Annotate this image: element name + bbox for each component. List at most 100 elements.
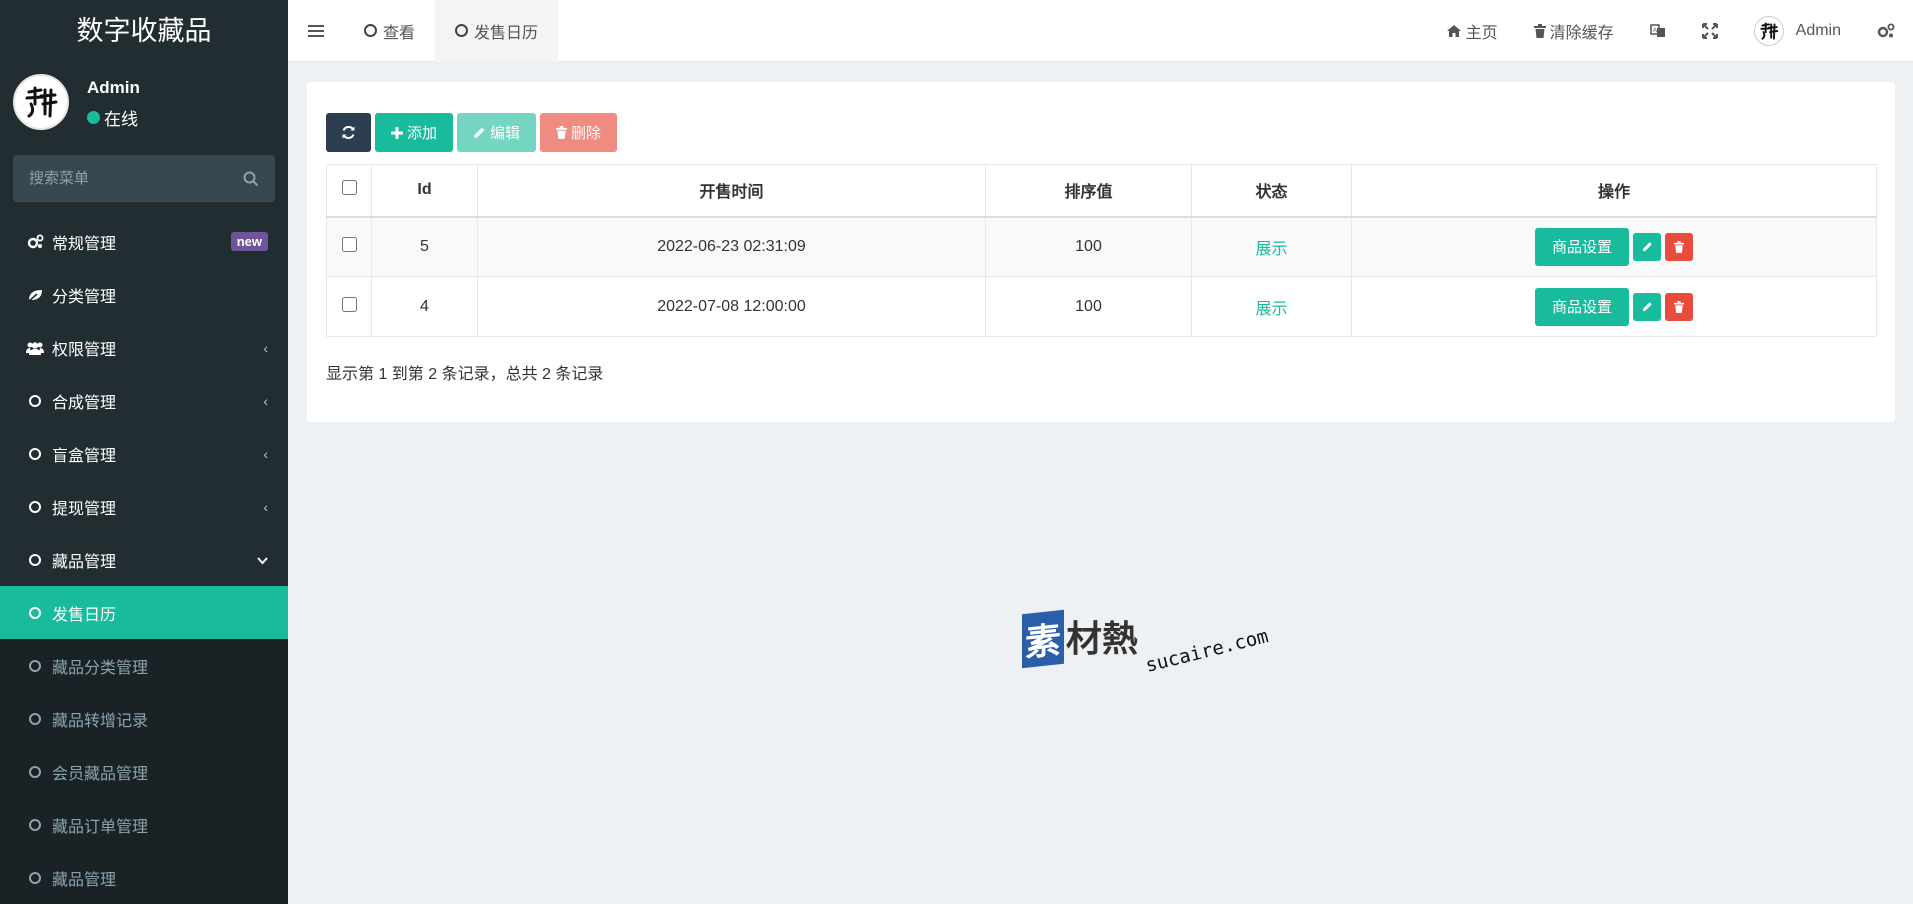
sidebar-item-category[interactable]: 分类管理: [0, 268, 288, 321]
sidebar-subitem-collection-manage[interactable]: 藏品管理: [0, 851, 288, 904]
sidebar-item-label: 藏品分类管理: [52, 659, 149, 677]
status-link[interactable]: 展示: [1255, 241, 1287, 258]
product-settings-button[interactable]: 商品设置: [1534, 287, 1629, 326]
avatar: [13, 74, 69, 130]
online-dot-icon: [87, 111, 100, 124]
circle-icon: [29, 394, 41, 407]
sidebar-subitem-transfer-records[interactable]: 藏品转增记录: [0, 692, 288, 745]
select-all-checkbox[interactable]: [341, 180, 357, 196]
sidebar-item-label: 发售日历: [52, 606, 117, 624]
calligraphy-logo-icon: [25, 86, 58, 118]
sidebar-item-blindbox[interactable]: 盲盒管理 ‹: [0, 427, 288, 480]
refresh-button[interactable]: [326, 113, 371, 152]
tab-view[interactable]: 查看: [344, 0, 435, 62]
circle-icon: [29, 765, 41, 778]
chevron-left-icon: ‹: [263, 339, 268, 356]
app-title[interactable]: 数字收藏品: [0, 0, 288, 62]
circle-icon: [29, 606, 41, 619]
clear-cache-button[interactable]: 清除缓存: [1516, 0, 1632, 62]
product-settings-button[interactable]: 商品设置: [1534, 227, 1629, 266]
row-edit-button[interactable]: [1633, 232, 1661, 261]
user-status-text: 在线: [104, 110, 138, 129]
watermark-logo: 素 材熱 sucaire.com: [1022, 609, 1271, 677]
table-header-row: Id 开售时间 排序值 状态 操作: [326, 164, 1877, 218]
toolbar: 添加 编辑 删除: [326, 113, 618, 152]
edit-button[interactable]: 编辑: [457, 113, 537, 152]
column-header: 操作: [1351, 164, 1877, 218]
watermark-box: 素: [1022, 609, 1064, 669]
circle-icon: [29, 871, 41, 884]
column-header[interactable]: 排序值: [985, 164, 1192, 218]
watermark-text: 材熱: [1066, 618, 1139, 659]
sidebar-item-permission[interactable]: 权限管理 ‹: [0, 321, 288, 374]
trash-icon: [1533, 23, 1546, 38]
menu-toggle-icon[interactable]: [288, 0, 344, 62]
gears-icon: [26, 234, 44, 249]
circle-icon: [455, 24, 469, 37]
column-header[interactable]: 状态: [1191, 164, 1352, 218]
cell-id: 4: [371, 276, 478, 337]
sidebar-item-label: 常规管理: [52, 235, 117, 253]
pagination-info: 显示第 1 到第 2 条记录，总共 2 条记录: [326, 366, 604, 383]
sidebar-item-label: 权限管理: [52, 341, 117, 359]
chevron-down-icon: [257, 552, 268, 568]
trash-icon: [556, 126, 568, 139]
search-input[interactable]: [29, 170, 229, 187]
circle-icon: [29, 712, 41, 725]
cell-sort: 100: [985, 216, 1192, 277]
table-row[interactable]: 5 2022-06-23 02:31:09 100 展示 商品设置: [326, 216, 1877, 277]
fullscreen-button[interactable]: [1684, 0, 1736, 62]
sidebar-subitem-collection-orders[interactable]: 藏品订单管理: [0, 798, 288, 851]
sidebar-subitem-member-collection[interactable]: 会员藏品管理: [0, 745, 288, 798]
delete-button[interactable]: 删除: [540, 113, 618, 152]
trash-icon: [1674, 240, 1684, 253]
column-header[interactable]: Id: [371, 164, 478, 218]
row-checkbox[interactable]: [341, 296, 357, 312]
row-edit-button[interactable]: [1633, 292, 1661, 321]
sidebar-search: [13, 155, 275, 202]
sidebar-menu: 常规管理 new 分类管理 权限管理 ‹ 合成管理 ‹ 盲盒管理 ‹ 提现管理 …: [0, 215, 288, 904]
add-button[interactable]: 添加: [375, 113, 454, 152]
watermark-url: sucaire.com: [1143, 625, 1271, 677]
column-header[interactable]: 开售时间: [477, 164, 986, 218]
circle-icon: [29, 500, 41, 513]
sidebar-item-label: 提现管理: [52, 500, 117, 518]
sidebar-item-label: 分类管理: [52, 288, 117, 306]
cell-sale-time: 2022-06-23 02:31:09: [477, 216, 986, 277]
sidebar-item-withdraw[interactable]: 提现管理 ‹: [0, 480, 288, 533]
home-label: 主页: [1465, 24, 1498, 42]
header-user-name: Admin: [1795, 21, 1841, 39]
tab-label: 发售日历: [474, 24, 539, 42]
row-delete-button[interactable]: [1665, 232, 1693, 261]
users-icon: [26, 341, 44, 355]
calligraphy-logo-icon: [1759, 21, 1778, 40]
cell-id: 5: [371, 216, 478, 277]
language-button[interactable]: A: [1632, 0, 1684, 62]
sidebar-item-general[interactable]: 常规管理 new: [0, 215, 288, 268]
data-table: Id 开售时间 排序值 状态 操作 5 2022-06-23 02:31:09 …: [326, 164, 1877, 337]
circle-icon: [29, 818, 41, 831]
sidebar-item-collection[interactable]: 藏品管理: [0, 533, 288, 586]
search-icon[interactable]: [243, 171, 259, 187]
tab-release-calendar[interactable]: 发售日历: [435, 0, 559, 62]
sidebar-subitem-release-calendar[interactable]: 发售日历: [0, 586, 288, 639]
row-checkbox[interactable]: [341, 236, 357, 252]
status-link[interactable]: 展示: [1255, 301, 1287, 318]
settings-button[interactable]: [1859, 0, 1913, 62]
sidebar-item-synthesis[interactable]: 合成管理 ‹: [0, 374, 288, 427]
plus-icon: [391, 126, 403, 139]
leaf-icon: [26, 288, 44, 302]
sidebar-item-label: 藏品转增记录: [52, 712, 149, 730]
sidebar-subitem-collection-category[interactable]: 藏品分类管理: [0, 639, 288, 692]
table-row[interactable]: 4 2022-07-08 12:00:00 100 展示 商品设置: [326, 276, 1877, 337]
user-menu[interactable]: Admin: [1736, 0, 1859, 62]
cell-sale-time: 2022-07-08 12:00:00: [477, 276, 986, 337]
row-delete-button[interactable]: [1665, 292, 1693, 321]
sidebar-item-label: 盲盒管理: [52, 447, 117, 465]
user-panel: Admin 在线: [0, 62, 288, 142]
user-status: 在线: [87, 105, 138, 130]
tab-label: 查看: [383, 24, 416, 42]
sidebar-item-label: 藏品管理: [52, 553, 117, 571]
home-link[interactable]: 主页: [1428, 0, 1516, 62]
circle-icon: [29, 659, 41, 672]
